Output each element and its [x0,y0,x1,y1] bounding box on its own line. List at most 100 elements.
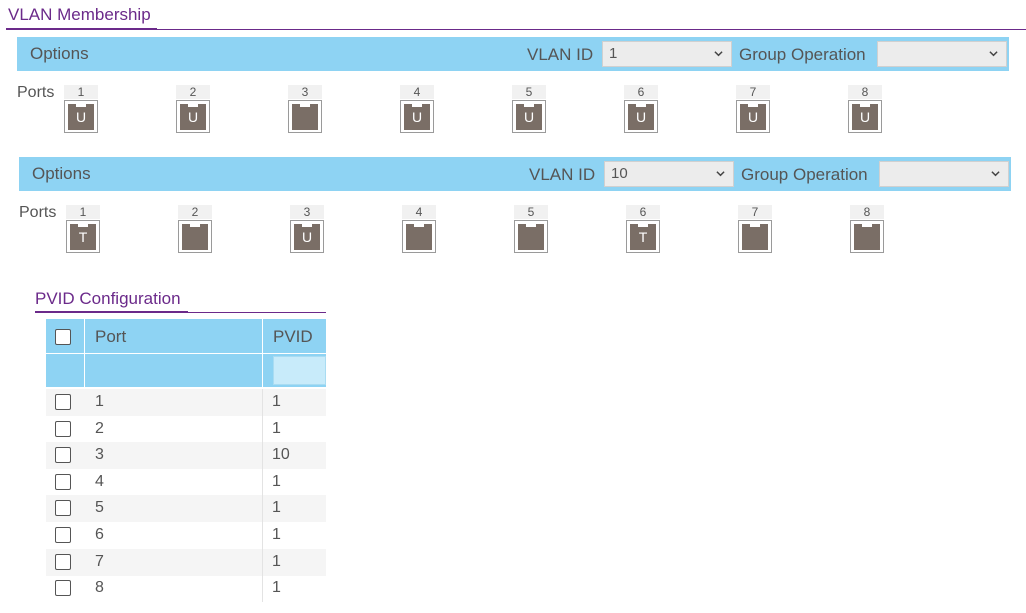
ethernet-port-icon[interactable]: U [624,100,658,133]
port-3[interactable]: 3U [290,205,324,257]
row-checkbox[interactable] [55,447,71,464]
port-jack-body: U [404,104,430,130]
port-cell: 1 [95,393,104,410]
ethernet-port-icon[interactable]: U [290,220,324,253]
port-4[interactable]: 4 [402,205,436,257]
row-checkbox[interactable] [55,420,71,437]
column-header-port[interactable]: Port [95,327,126,347]
row-checkbox[interactable] [55,553,71,570]
column-header-pvid[interactable]: PVID [273,327,313,347]
pvid-cell[interactable]: 1 [272,420,281,438]
table-row[interactable]: 61 [46,522,326,549]
ethernet-port-icon[interactable]: U [176,100,210,133]
ethernet-port-icon[interactable] [402,220,436,253]
ethernet-port-icon[interactable]: T [66,220,100,253]
port-7[interactable]: 7U [736,85,770,137]
port-jack-notch [190,224,200,227]
port-2[interactable]: 2U [176,85,210,137]
port-6[interactable]: 6U [624,85,658,137]
pvid-cell[interactable]: 1 [272,526,281,544]
port-number: 8 [848,85,882,99]
ethernet-port-icon[interactable]: U [848,100,882,133]
vlan-id-label: VLAN ID [529,165,596,184]
table-row[interactable]: 21 [46,415,326,443]
port-cell: 7 [95,552,104,570]
ethernet-port-icon[interactable]: T [626,220,660,253]
ports-label: Ports [19,204,57,221]
port-number: 4 [402,205,436,219]
column-divider [262,548,263,576]
ethernet-port-icon[interactable] [514,220,548,253]
table-row[interactable]: 11 [46,389,326,416]
port-membership-mode: T [78,229,88,245]
table-row[interactable]: 71 [46,548,326,576]
port-8[interactable]: 8 [850,205,884,257]
port-3[interactable]: 3 [288,85,322,137]
port-7[interactable]: 7 [738,205,772,257]
port-jack-body: U [852,104,878,130]
port-5[interactable]: 5U [512,85,546,137]
table-row[interactable]: 3 10 [46,442,326,470]
row-checkbox[interactable] [55,527,71,543]
port-number: 5 [514,205,548,219]
row-checkbox[interactable] [55,394,71,410]
pvid-cell[interactable]: 1 [272,579,281,597]
row-checkbox[interactable] [55,580,71,597]
group-operation-select[interactable] [879,161,1009,187]
port-jack-body [854,224,880,250]
vlan-id-value: 1 [609,45,618,62]
chevron-down-icon [989,51,998,57]
vlan-id-select[interactable]: 1 [602,41,732,67]
port-membership-mode: U [859,109,871,125]
ethernet-port-icon[interactable]: U [512,100,546,133]
port-jack-body [292,104,318,130]
port-number: 7 [736,85,770,99]
pvid-cell[interactable]: 10 [272,446,290,464]
group-operation-label: Group Operation [741,165,868,184]
vlan-id-value: 10 [611,165,628,182]
ethernet-port-icon[interactable]: U [400,100,434,133]
port-jack-body: T [630,224,656,250]
ethernet-port-icon[interactable] [738,220,772,253]
port-2[interactable]: 2 [178,205,212,257]
table-row[interactable]: 81 [46,575,326,603]
options-bar-vlan-10: Options VLAN ID 10 Group Operation [19,157,1011,191]
ethernet-port-icon[interactable] [850,220,884,253]
pvid-cell[interactable]: 1 [272,553,281,571]
ethernet-port-icon[interactable]: U [64,100,98,133]
pvid-cell[interactable]: 1 [272,473,281,491]
port-6[interactable]: 6T [626,205,660,257]
options-label: Options [32,164,91,183]
chevron-down-icon [991,171,1000,177]
port-1[interactable]: 1U [64,85,98,137]
port-jack-notch [414,224,424,227]
select-all-checkbox[interactable] [55,329,71,345]
ethernet-port-icon[interactable]: U [736,100,770,133]
pvid-cell[interactable]: 1 [272,393,281,411]
group-operation-select[interactable] [877,41,1007,67]
port-cell: 4 [95,472,104,490]
port-cell: 5 [95,499,104,517]
port-jack-body: U [180,104,206,130]
pvid-filter-input[interactable] [273,356,326,385]
port-membership-mode: U [187,109,199,125]
port-jack-notch [636,104,646,107]
table-row[interactable]: 51 [46,495,326,523]
port-8[interactable]: 8U [848,85,882,137]
table-row[interactable]: 41 [46,468,326,496]
vlan-id-label: VLAN ID [527,45,594,64]
port-membership-mode: U [75,109,87,125]
pvid-cell[interactable]: 1 [272,499,281,517]
row-checkbox[interactable] [55,500,71,517]
port-number: 3 [290,205,324,219]
port-1[interactable]: 1T [66,205,100,257]
port-number: 1 [64,85,98,99]
row-checkbox[interactable] [55,473,71,490]
port-4[interactable]: 4U [400,85,434,137]
port-jack-notch [412,104,422,107]
vlan-id-select[interactable]: 10 [604,161,734,187]
port-5[interactable]: 5 [514,205,548,257]
ethernet-port-icon[interactable] [178,220,212,253]
ethernet-port-icon[interactable] [288,100,322,133]
port-number: 3 [288,85,322,99]
